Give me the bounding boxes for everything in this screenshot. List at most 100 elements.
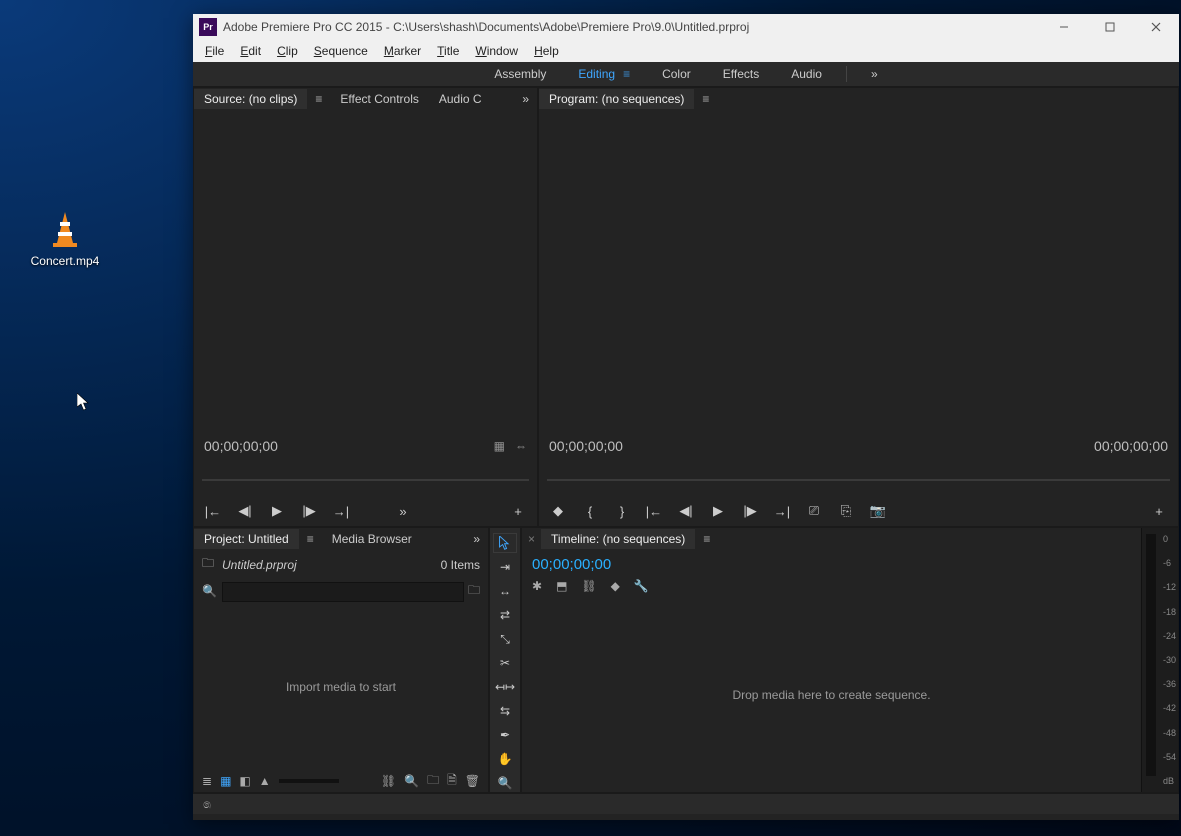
tool-hand[interactable]: ✋ (494, 750, 516, 768)
tab-project[interactable]: Project: Untitled (194, 529, 299, 549)
lift-button[interactable]: ⎚ (805, 502, 823, 520)
workspace-audio[interactable]: Audio (775, 65, 838, 83)
workspace-assembly[interactable]: Assembly (478, 65, 562, 83)
tool-pen[interactable]: ✒ (494, 726, 516, 744)
source-timecode[interactable]: 00;00;00;00 (204, 438, 278, 454)
tool-slip[interactable]: ↤↦ (494, 678, 516, 696)
tool-track-select[interactable]: ⇥ (494, 558, 516, 576)
tool-selection[interactable] (494, 534, 516, 552)
menu-file[interactable]: File (197, 42, 232, 60)
tool-razor[interactable]: ✂ (494, 654, 516, 672)
menu-title[interactable]: Title (429, 42, 467, 60)
mark-out-button[interactable]: } (613, 502, 631, 520)
timeline-empty-message[interactable]: Drop media here to create sequence. (522, 597, 1141, 792)
program-timecode-right[interactable]: 00;00;00;00 (1094, 438, 1168, 454)
project-empty-message[interactable]: Import media to start (194, 604, 488, 770)
project-panel-menu[interactable]: ≡ (299, 532, 322, 546)
tab-source[interactable]: Source: (no clips) (194, 89, 307, 109)
close-timeline-icon[interactable]: × (522, 532, 541, 546)
workspace-overflow[interactable]: » (855, 67, 894, 81)
meter-label: -36 (1163, 679, 1176, 689)
extract-button[interactable]: ⎘ (837, 502, 855, 520)
tab-media-browser[interactable]: Media Browser (322, 529, 422, 549)
source-magnification-icon[interactable]: ⇔ (515, 439, 527, 453)
menubar: File Edit Clip Sequence Marker Title Win… (193, 40, 1179, 62)
menu-window[interactable]: Window (467, 42, 526, 60)
tab-effect-controls[interactable]: Effect Controls (330, 89, 428, 109)
snap-toggle[interactable]: ⬒ (556, 579, 567, 593)
linked-selection-toggle[interactable]: ⛓ (581, 579, 596, 593)
titlebar[interactable]: Pr Adobe Premiere Pro CC 2015 - C:\Users… (193, 14, 1179, 40)
tool-slide[interactable]: ⇆ (494, 702, 516, 720)
go-to-out-button[interactable]: →| (332, 502, 350, 520)
workspace-color[interactable]: Color (646, 65, 707, 83)
menu-sequence[interactable]: Sequence (306, 42, 376, 60)
meter-label: 0 (1163, 534, 1176, 544)
tool-panel: ⇥ ↔ ⇄ ⤡ ✂ ↤↦ ⇆ ✒ ✋ 🔍 (489, 527, 521, 793)
program-scrubber[interactable] (547, 470, 1170, 490)
source-resolution-icon[interactable]: ▦ (494, 439, 505, 453)
export-frame-button[interactable]: 📷 (869, 502, 887, 520)
add-marker-icon[interactable]: ◆ (611, 579, 620, 593)
close-button[interactable] (1133, 14, 1179, 40)
maximize-button[interactable] (1087, 14, 1133, 40)
find-button[interactable]: 🔍 (404, 774, 419, 788)
timeline-settings-icon[interactable]: 🔧 (634, 579, 649, 593)
step-forward-button[interactable]: |▶ (300, 502, 318, 520)
go-to-in-button[interactable]: |← (204, 502, 222, 520)
tab-audio-clip-mixer[interactable]: Audio C (429, 89, 492, 109)
meter-label: -42 (1163, 703, 1176, 713)
project-search-input[interactable] (222, 582, 464, 602)
workspace-editing[interactable]: Editing≡ (562, 65, 646, 83)
timeline-timecode[interactable]: 00;00;00;00 (532, 556, 611, 573)
new-item-button[interactable]: 🗎 (447, 771, 457, 792)
program-panel-menu[interactable]: ≡ (694, 92, 717, 106)
desktop-file-concert[interactable]: Concert.mp4 (25, 210, 105, 268)
source-scrubber[interactable] (202, 470, 529, 490)
step-back-button[interactable]: ◀| (677, 502, 695, 520)
premiere-app-icon: Pr (199, 18, 217, 36)
audio-meter[interactable]: 0 -6 -12 -18 -24 -30 -36 -42 -48 -54 dB (1141, 528, 1178, 792)
menu-edit[interactable]: Edit (232, 42, 269, 60)
program-button-editor[interactable]: + (1150, 502, 1168, 520)
program-timecode-left[interactable]: 00;00;00;00 (549, 438, 623, 454)
minimize-button[interactable] (1041, 14, 1087, 40)
workspace-menu-icon[interactable]: ≡ (623, 67, 630, 81)
project-tab-overflow[interactable]: » (465, 532, 488, 546)
source-panel-menu[interactable]: ≡ (307, 92, 330, 106)
tool-ripple-edit[interactable]: ↔ (494, 582, 516, 600)
timeline-panel-menu[interactable]: ≡ (695, 532, 718, 546)
automate-to-sequence-button[interactable]: ⛓ (381, 774, 396, 788)
sort-icon[interactable]: ▲ (259, 774, 271, 788)
source-tab-overflow[interactable]: » (514, 92, 537, 106)
step-forward-button[interactable]: |▶ (741, 502, 759, 520)
icon-view-button[interactable]: ▦ (220, 774, 231, 788)
clear-button[interactable]: 🗑 (465, 774, 480, 788)
mark-in-button[interactable]: { (581, 502, 599, 520)
meter-label: -6 (1163, 558, 1176, 568)
play-button[interactable]: ▶ (268, 502, 286, 520)
tab-program[interactable]: Program: (no sequences) (539, 89, 694, 109)
menu-clip[interactable]: Clip (269, 42, 306, 60)
play-button[interactable]: ▶ (709, 502, 727, 520)
step-back-button[interactable]: ◀| (236, 502, 254, 520)
tool-zoom[interactable]: 🔍 (494, 774, 516, 792)
menu-marker[interactable]: Marker (376, 42, 429, 60)
new-bin-button[interactable]: 🗀 (427, 771, 439, 792)
menu-help[interactable]: Help (526, 42, 567, 60)
go-to-out-button[interactable]: →| (773, 502, 791, 520)
tool-rolling-edit[interactable]: ⇄ (494, 606, 516, 624)
source-button-editor[interactable]: + (509, 502, 527, 520)
thumbnail-size-slider[interactable] (279, 779, 339, 783)
tool-rate-stretch[interactable]: ⤡ (494, 630, 516, 648)
workspace-effects[interactable]: Effects (707, 65, 775, 83)
go-to-in-button[interactable]: |← (645, 502, 663, 520)
source-overflow-button[interactable]: » (394, 502, 412, 520)
tab-timeline[interactable]: Timeline: (no sequences) (541, 529, 695, 549)
freeform-view-button[interactable]: ◧ (239, 774, 250, 788)
list-view-button[interactable]: ≣ (202, 774, 212, 788)
sequence-nest-toggle[interactable]: ✱ (532, 579, 542, 593)
filter-bin-icon[interactable]: 🗀 (468, 581, 480, 602)
add-marker-button[interactable]: ◆ (549, 502, 567, 520)
creative-cloud-icon[interactable]: ෧ (199, 796, 215, 812)
